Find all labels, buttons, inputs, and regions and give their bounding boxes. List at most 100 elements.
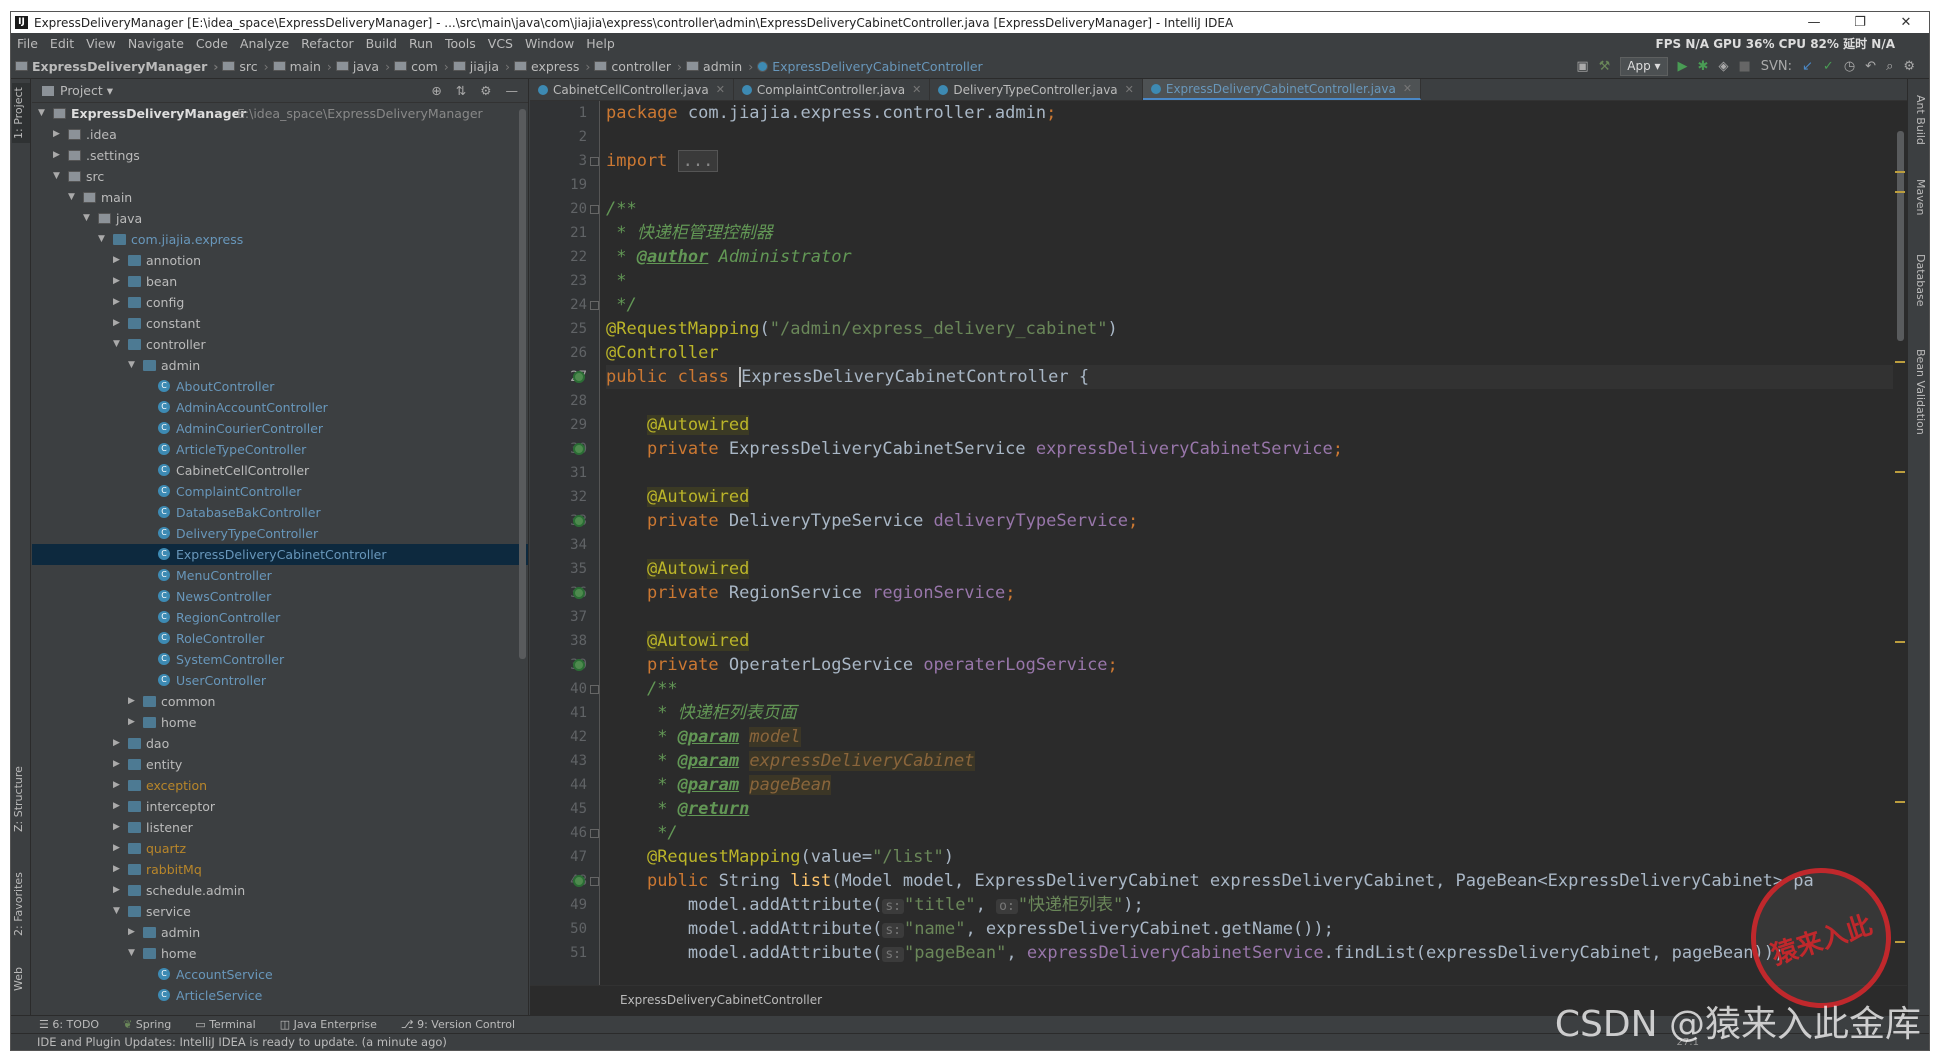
collapsed-arrow-icon[interactable]: ▶ (113, 817, 123, 838)
svn-update-icon[interactable]: ↙ (1802, 59, 1813, 74)
tool-version-control[interactable]: ⎇ 9: Version Control (401, 1018, 515, 1031)
tree-node[interactable]: ▶ home (32, 712, 528, 733)
tree-node[interactable]: C NewsController (32, 586, 528, 607)
menu-tools[interactable]: Tools (439, 36, 482, 51)
tree-node[interactable]: C MenuController (32, 565, 528, 586)
collapsed-arrow-icon[interactable]: ▶ (128, 922, 138, 943)
collapsed-arrow-icon[interactable]: ▶ (113, 313, 123, 334)
tree-node[interactable]: ▶ exception (32, 775, 528, 796)
menu-build[interactable]: Build (360, 36, 403, 51)
tree-node[interactable]: ▶ common (32, 691, 528, 712)
tree-node[interactable]: ▼ ExpressDeliveryManager E:\idea_space\Exp… (32, 103, 528, 124)
tool-terminal[interactable]: ▭ Terminal (195, 1018, 255, 1031)
tree-node[interactable]: C AdminAccountController (32, 397, 528, 418)
collapsed-arrow-icon[interactable]: ▶ (113, 859, 123, 880)
warning-marker[interactable] (1895, 171, 1905, 173)
close-tab-icon[interactable]: ✕ (716, 83, 725, 96)
tree-node[interactable]: C ComplaintController (32, 481, 528, 502)
search-icon[interactable]: ⌕ (1886, 59, 1893, 74)
tab-complaint-controller[interactable]: ComplaintController.java ✕ (734, 79, 931, 100)
spring-bean-gutter-icon[interactable] (573, 659, 585, 671)
tree-node[interactable]: C AdminCourierController (32, 418, 528, 439)
tree-node[interactable]: ▶ entity (32, 754, 528, 775)
tab-express-delivery-cabinet-controller[interactable]: ExpressDeliveryCabinetController.java ✕ (1142, 79, 1422, 100)
tree-node[interactable]: ▶ .settings (32, 145, 528, 166)
tree-node[interactable]: ▶ admin (32, 922, 528, 943)
tree-node[interactable]: ▶ listener (32, 817, 528, 838)
expanded-arrow-icon[interactable]: ▼ (128, 943, 138, 964)
breadcrumb-com[interactable]: com › (394, 59, 449, 74)
fold-marker-icon[interactable] (590, 877, 599, 886)
tab-web[interactable]: Web (12, 959, 30, 999)
menu-edit[interactable]: Edit (44, 36, 80, 51)
close-button[interactable]: ✕ (1883, 15, 1929, 30)
tree-node[interactable]: C RoleController (32, 628, 528, 649)
collapsed-arrow-icon[interactable]: ▶ (113, 292, 123, 313)
tree-node[interactable]: C ExpressDeliveryCabinetController (32, 544, 528, 565)
tree-node[interactable]: ▼ admin (32, 355, 528, 376)
folded-imports[interactable]: ... (677, 150, 719, 172)
tree-node[interactable]: ▶ interceptor (32, 796, 528, 817)
warning-marker[interactable] (1895, 361, 1905, 363)
collapsed-arrow-icon[interactable]: ▶ (53, 145, 63, 166)
tab-cabinet-cell-controller[interactable]: CabinetCellController.java ✕ (530, 79, 734, 100)
expanded-arrow-icon[interactable]: ▼ (68, 187, 78, 208)
breadcrumb-src[interactable]: src › (222, 59, 269, 74)
tree-node[interactable]: ▼ service (32, 901, 528, 922)
tab-database[interactable]: Database (1911, 254, 1927, 307)
tab-ant-build[interactable]: Ant Build (1911, 95, 1927, 145)
tree-node[interactable]: ▶ annotion (32, 250, 528, 271)
tree-node[interactable]: ▼ java (32, 208, 528, 229)
run-config-select[interactable]: App ▾ (1620, 56, 1668, 76)
tree-node[interactable]: ▼ main (32, 187, 528, 208)
tool-todo[interactable]: ☰ 6: TODO (39, 1018, 99, 1031)
expanded-arrow-icon[interactable]: ▼ (98, 229, 108, 250)
fold-marker-icon[interactable] (590, 829, 599, 838)
tree-node[interactable]: ▶ dao (32, 733, 528, 754)
fold-marker-icon[interactable] (590, 685, 599, 694)
project-structure-icon[interactable]: ▣ (1576, 59, 1588, 74)
tree-node[interactable]: C UserController (32, 670, 528, 691)
tree-node[interactable]: C AboutController (32, 376, 528, 397)
tree-node[interactable]: ▼ com.jiajia.express (32, 229, 528, 250)
revert-icon[interactable]: ↶ (1865, 59, 1876, 74)
tab-bean-validation[interactable]: Bean Validation (1911, 349, 1927, 435)
breadcrumb-controller[interactable]: controller › (594, 59, 682, 74)
project-view-select[interactable]: Project ▾ (60, 83, 113, 98)
fold-marker-icon[interactable] (590, 205, 599, 214)
spring-bean-gutter-icon[interactable] (573, 371, 585, 383)
menu-file[interactable]: File (11, 36, 44, 51)
tree-node[interactable]: C ArticleTypeController (32, 439, 528, 460)
collapsed-arrow-icon[interactable]: ▶ (113, 754, 123, 775)
expanded-arrow-icon[interactable]: ▼ (128, 355, 138, 376)
stop-icon[interactable]: ■ (1738, 59, 1750, 74)
tool-java-enterprise[interactable]: ◫ Java Enterprise (280, 1018, 377, 1031)
collapsed-arrow-icon[interactable]: ▶ (113, 250, 123, 271)
collapsed-arrow-icon[interactable]: ▶ (113, 880, 123, 901)
breadcrumb-main[interactable]: main › (272, 59, 332, 74)
warning-marker[interactable] (1895, 641, 1905, 643)
collapsed-arrow-icon[interactable]: ▶ (113, 733, 123, 754)
minimize-button[interactable]: — (1791, 15, 1837, 30)
breadcrumb-java[interactable]: java › (335, 59, 390, 74)
warning-marker[interactable] (1895, 471, 1905, 473)
collapsed-arrow-icon[interactable]: ▶ (53, 124, 63, 145)
gear-icon[interactable]: ⚙ (480, 83, 491, 98)
tree-node[interactable]: ▼ controller (32, 334, 528, 355)
tab-delivery-type-controller[interactable]: DeliveryTypeController.java ✕ (930, 79, 1143, 100)
tree-node[interactable]: ▶ config (32, 292, 528, 313)
collapsed-arrow-icon[interactable]: ▶ (113, 796, 123, 817)
spring-bean-gutter-icon[interactable] (573, 515, 585, 527)
run-icon[interactable]: ▶ (1678, 59, 1688, 74)
menu-help[interactable]: Help (580, 36, 621, 51)
collapse-all-icon[interactable]: ⇅ (456, 83, 466, 98)
tree-node[interactable]: C CabinetCellController (32, 460, 528, 481)
fold-marker-icon[interactable] (590, 301, 599, 310)
project-scrollbar[interactable] (519, 109, 526, 659)
breadcrumb-jiajia[interactable]: jiajia › (452, 59, 510, 74)
tab-structure[interactable]: Z: Structure (12, 759, 30, 839)
breadcrumb-admin[interactable]: admin › (686, 59, 753, 74)
collapsed-arrow-icon[interactable]: ▶ (113, 838, 123, 859)
menu-run[interactable]: Run (403, 36, 439, 51)
maximize-button[interactable]: ❐ (1837, 15, 1883, 30)
